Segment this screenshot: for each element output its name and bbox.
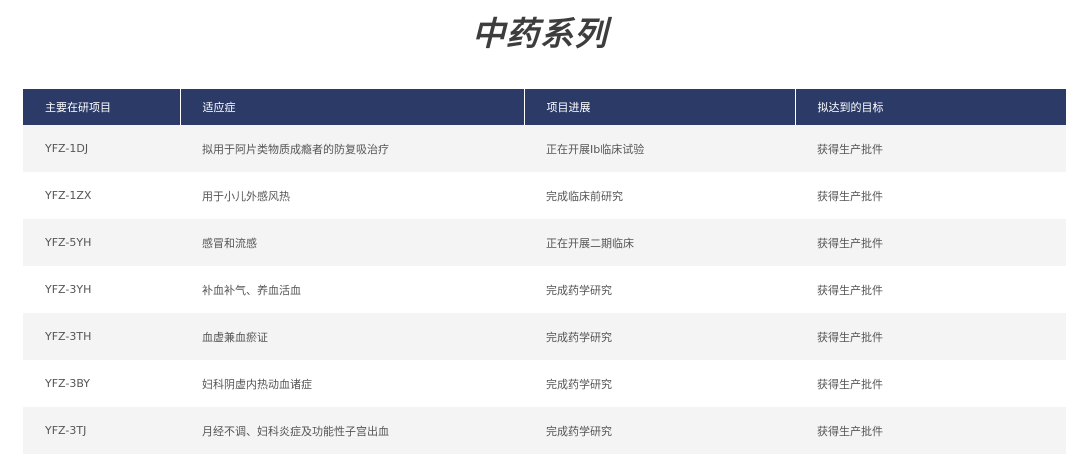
- table-row: YFZ-1ZX 用于小儿外感风热 完成临床前研究 获得生产批件: [23, 172, 1066, 219]
- cell-project: YFZ-3YH: [23, 266, 180, 313]
- header-goal: 拟达到的目标: [794, 89, 1066, 125]
- table-row: YFZ-3BY 妇科阴虚内热动血诸症 完成药学研究 获得生产批件: [23, 360, 1066, 407]
- cell-goal: 获得生产批件: [795, 125, 1066, 172]
- cell-project: YFZ-1ZX: [23, 172, 180, 219]
- cell-progress: 完成药学研究: [524, 313, 795, 360]
- cell-indication: 妇科阴虚内热动血诸症: [180, 360, 524, 407]
- cell-project: YFZ-3TH: [23, 313, 180, 360]
- cell-progress: 完成药学研究: [524, 407, 795, 454]
- cell-goal: 获得生产批件: [795, 313, 1066, 360]
- table-row: YFZ-3TJ 月经不调、妇科炎症及功能性子宫出血 完成药学研究 获得生产批件: [23, 407, 1066, 454]
- cell-project: YFZ-5YH: [23, 219, 180, 266]
- cell-indication: 用于小儿外感风热: [180, 172, 524, 219]
- cell-progress: 正在开展Ib临床试验: [524, 125, 795, 172]
- cell-progress: 正在开展二期临床: [524, 219, 795, 266]
- cell-goal: 获得生产批件: [795, 407, 1066, 454]
- cell-project: YFZ-3TJ: [23, 407, 180, 454]
- table-row: YFZ-3TH 血虚兼血瘀证 完成药学研究 获得生产批件: [23, 313, 1066, 360]
- table-row: YFZ-5YH 感冒和流感 正在开展二期临床 获得生产批件: [23, 219, 1066, 266]
- cell-progress: 完成临床前研究: [524, 172, 795, 219]
- table-row: YFZ-1DJ 拟用于阿片类物质成瘾者的防复吸治疗 正在开展Ib临床试验 获得生…: [23, 125, 1066, 172]
- cell-project: YFZ-1DJ: [23, 125, 180, 172]
- page-title: 中药系列: [472, 14, 608, 53]
- cell-goal: 获得生产批件: [795, 219, 1066, 266]
- cell-goal: 获得生产批件: [795, 172, 1066, 219]
- cell-project: YFZ-3BY: [23, 360, 180, 407]
- cell-goal: 获得生产批件: [795, 360, 1066, 407]
- pipeline-table: 主要在研项目 适应症 项目进展 拟达到的目标 YFZ-1DJ 拟用于阿片类物质成…: [23, 89, 1066, 454]
- cell-indication: 感冒和流感: [180, 219, 524, 266]
- cell-goal: 获得生产批件: [795, 266, 1066, 313]
- cell-progress: 完成药学研究: [524, 266, 795, 313]
- table-header-row: 主要在研项目 适应症 项目进展 拟达到的目标: [23, 89, 1066, 125]
- header-indication: 适应症: [179, 89, 524, 125]
- cell-indication: 血虚兼血瘀证: [180, 313, 524, 360]
- header-project: 主要在研项目: [23, 89, 180, 125]
- cell-indication: 拟用于阿片类物质成瘾者的防复吸治疗: [180, 125, 524, 172]
- cell-progress: 完成药学研究: [524, 360, 795, 407]
- header-progress: 项目进展: [523, 89, 795, 125]
- cell-indication: 月经不调、妇科炎症及功能性子宫出血: [180, 407, 524, 454]
- table-row: YFZ-3YH 补血补气、养血活血 完成药学研究 获得生产批件: [23, 266, 1066, 313]
- cell-indication: 补血补气、养血活血: [180, 266, 524, 313]
